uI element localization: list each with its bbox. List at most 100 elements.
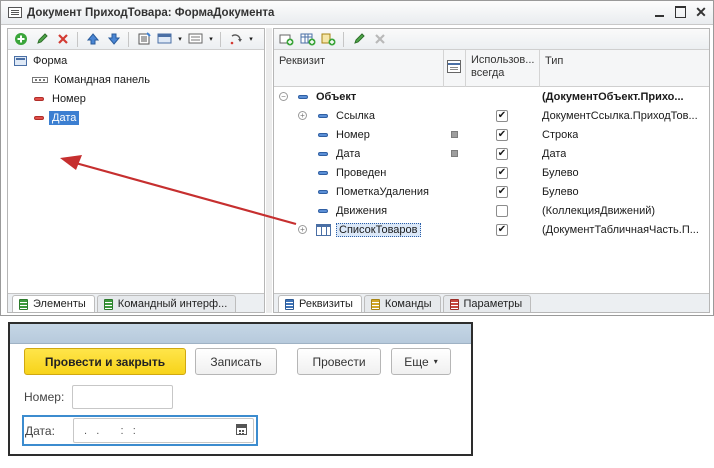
delete-icon[interactable] [370, 30, 389, 48]
attribute-name: Проведен [336, 166, 387, 179]
table-row[interactable]: − Объект (ДокументОбъект.Прихо... [274, 87, 709, 106]
use-always-checkbox[interactable]: ✔ [496, 166, 508, 179]
toolbar-separator [220, 31, 221, 47]
post-button[interactable]: Провести [297, 348, 381, 375]
attribute-name: СписокТоваров [336, 222, 421, 237]
table-row[interactable]: Номер ✔ Строка [274, 125, 709, 144]
document-icon [8, 7, 22, 18]
add-table-icon[interactable] [298, 30, 317, 48]
dropdown-icon[interactable]: ▾ [247, 30, 255, 48]
tab-parameters[interactable]: Параметры [442, 295, 532, 312]
date-field[interactable]: . . : : [73, 418, 254, 443]
attribute-type: Дата [542, 147, 567, 160]
close-icon[interactable]: ✕ [695, 4, 707, 20]
tree-item-label: Командная панель [54, 74, 150, 86]
form-preview: Провести и закрыть Записать Провести Еще… [8, 322, 473, 456]
use-always-checkbox[interactable]: ✔ [496, 147, 508, 160]
attributes-table-header: Реквизит Использов... всегда Тип [274, 50, 709, 87]
table-row[interactable]: + СписокТоваров ✔ (ДокументТабличнаяЧаст… [274, 220, 709, 239]
move-up-icon[interactable] [83, 30, 102, 48]
table-row[interactable]: ПометкаУдаления ✔ Булево [274, 182, 709, 201]
attribute-name: Дата [336, 147, 361, 160]
attribute-type: (ДокументТабличнаяЧасть.П... [542, 223, 699, 236]
add-attribute-icon[interactable] [277, 30, 296, 48]
elements-toolbar: ▾ ▾ ▾ [8, 29, 264, 50]
number-label: Номер: [24, 390, 65, 404]
tab-label: Командный интерф... [117, 298, 228, 310]
more-button[interactable]: Еще ▾ [391, 348, 451, 375]
attribute-type: Булево [542, 166, 579, 179]
tree-item-form[interactable]: Форма [14, 52, 67, 70]
tab-elements[interactable]: Элементы [12, 295, 95, 312]
add-icon[interactable] [11, 30, 30, 48]
number-field[interactable] [72, 385, 173, 409]
date-label: Дата: [25, 424, 55, 438]
edit-icon[interactable] [349, 30, 368, 48]
use-always-checkbox[interactable]: ✔ [496, 223, 508, 236]
tree-item-command-panel[interactable]: Командная панель [32, 71, 150, 89]
attributes-tab-icon [285, 298, 294, 310]
attribute-type: Строка [542, 128, 579, 141]
form-preview-icon[interactable] [155, 30, 174, 48]
attribute-name: ПометкаУдаления [336, 185, 429, 198]
field-icon [34, 97, 44, 101]
use-always-checkbox[interactable]: ✔ [496, 109, 508, 122]
commands-tab-icon [370, 298, 380, 310]
tab-command-interface[interactable]: Командный интерф... [96, 295, 237, 312]
move-down-icon[interactable] [104, 30, 123, 48]
maximize-icon[interactable] [674, 5, 686, 19]
tab-commands[interactable]: Команды [363, 295, 441, 312]
tab-label: Команды [384, 298, 432, 310]
minimize-icon[interactable] [653, 5, 665, 19]
delete-icon[interactable] [53, 30, 72, 48]
edit-icon[interactable] [32, 30, 51, 48]
collapse-icon[interactable]: − [279, 92, 288, 101]
date-field-group: Дата: . . : : [22, 415, 258, 446]
tree-item-date[interactable]: Дата [34, 109, 80, 127]
table-row[interactable]: + Ссылка ✔ ДокументСсылка.ПриходТов... [274, 106, 709, 125]
properties-icon[interactable] [134, 30, 153, 48]
rotate-icon[interactable] [226, 30, 245, 48]
attribute-icon [318, 170, 328, 175]
table-row[interactable]: Движения (КоллекцияДвижений) [274, 201, 709, 220]
expand-icon[interactable]: + [298, 225, 307, 234]
tree-item-number[interactable]: Номер [34, 90, 86, 108]
dropdown-icon[interactable]: ▾ [176, 30, 184, 48]
tab-label: Параметры [463, 298, 523, 310]
expand-icon[interactable]: + [298, 111, 307, 120]
attributes-pane: Реквизит Использов... всегда Тип − Объек… [273, 28, 710, 313]
tab-label: Элементы [33, 298, 86, 310]
window-title: Документ ПриходТовара: ФормаДокумента [27, 6, 275, 19]
attribute-type: (КоллекцияДвижений) [542, 204, 656, 217]
attribute-name: Объект [316, 90, 357, 103]
column-header-use-always[interactable]: Использов... всегда [466, 50, 540, 87]
elements-tabstrip: Элементы Командный интерф... [8, 293, 264, 312]
column-header-view[interactable] [444, 50, 466, 87]
pane-splitter[interactable] [266, 28, 272, 313]
attribute-icon [318, 208, 328, 213]
layout-icon[interactable] [186, 30, 205, 48]
attribute-icon [318, 151, 328, 156]
save-button[interactable]: Записать [195, 348, 277, 375]
dropdown-icon[interactable]: ▾ [207, 30, 215, 48]
table-row[interactable]: Проведен ✔ Булево [274, 163, 709, 182]
table-row[interactable]: Дата ✔ Дата [274, 144, 709, 163]
chevron-down-icon: ▾ [433, 357, 438, 366]
use-always-checkbox[interactable]: ✔ [496, 185, 508, 198]
tree-item-label: Номер [52, 93, 86, 105]
column-header-type[interactable]: Тип [540, 50, 709, 87]
use-always-checkbox[interactable] [496, 204, 508, 217]
preview-title-bar [10, 324, 471, 344]
add-column-icon[interactable] [319, 30, 338, 48]
post-and-close-button[interactable]: Провести и закрыть [24, 348, 186, 375]
tab-attributes[interactable]: Реквизиты [278, 295, 362, 312]
parameters-tab-icon [449, 298, 459, 310]
use-always-checkbox[interactable]: ✔ [496, 128, 508, 141]
form-icon [14, 56, 27, 66]
tree-item-label: Форма [33, 55, 68, 67]
calendar-icon[interactable] [236, 424, 247, 435]
field-icon [34, 116, 44, 120]
column-header-attribute[interactable]: Реквизит [274, 50, 444, 87]
tab-label: Реквизиты [299, 298, 353, 310]
attribute-icon [298, 94, 308, 99]
